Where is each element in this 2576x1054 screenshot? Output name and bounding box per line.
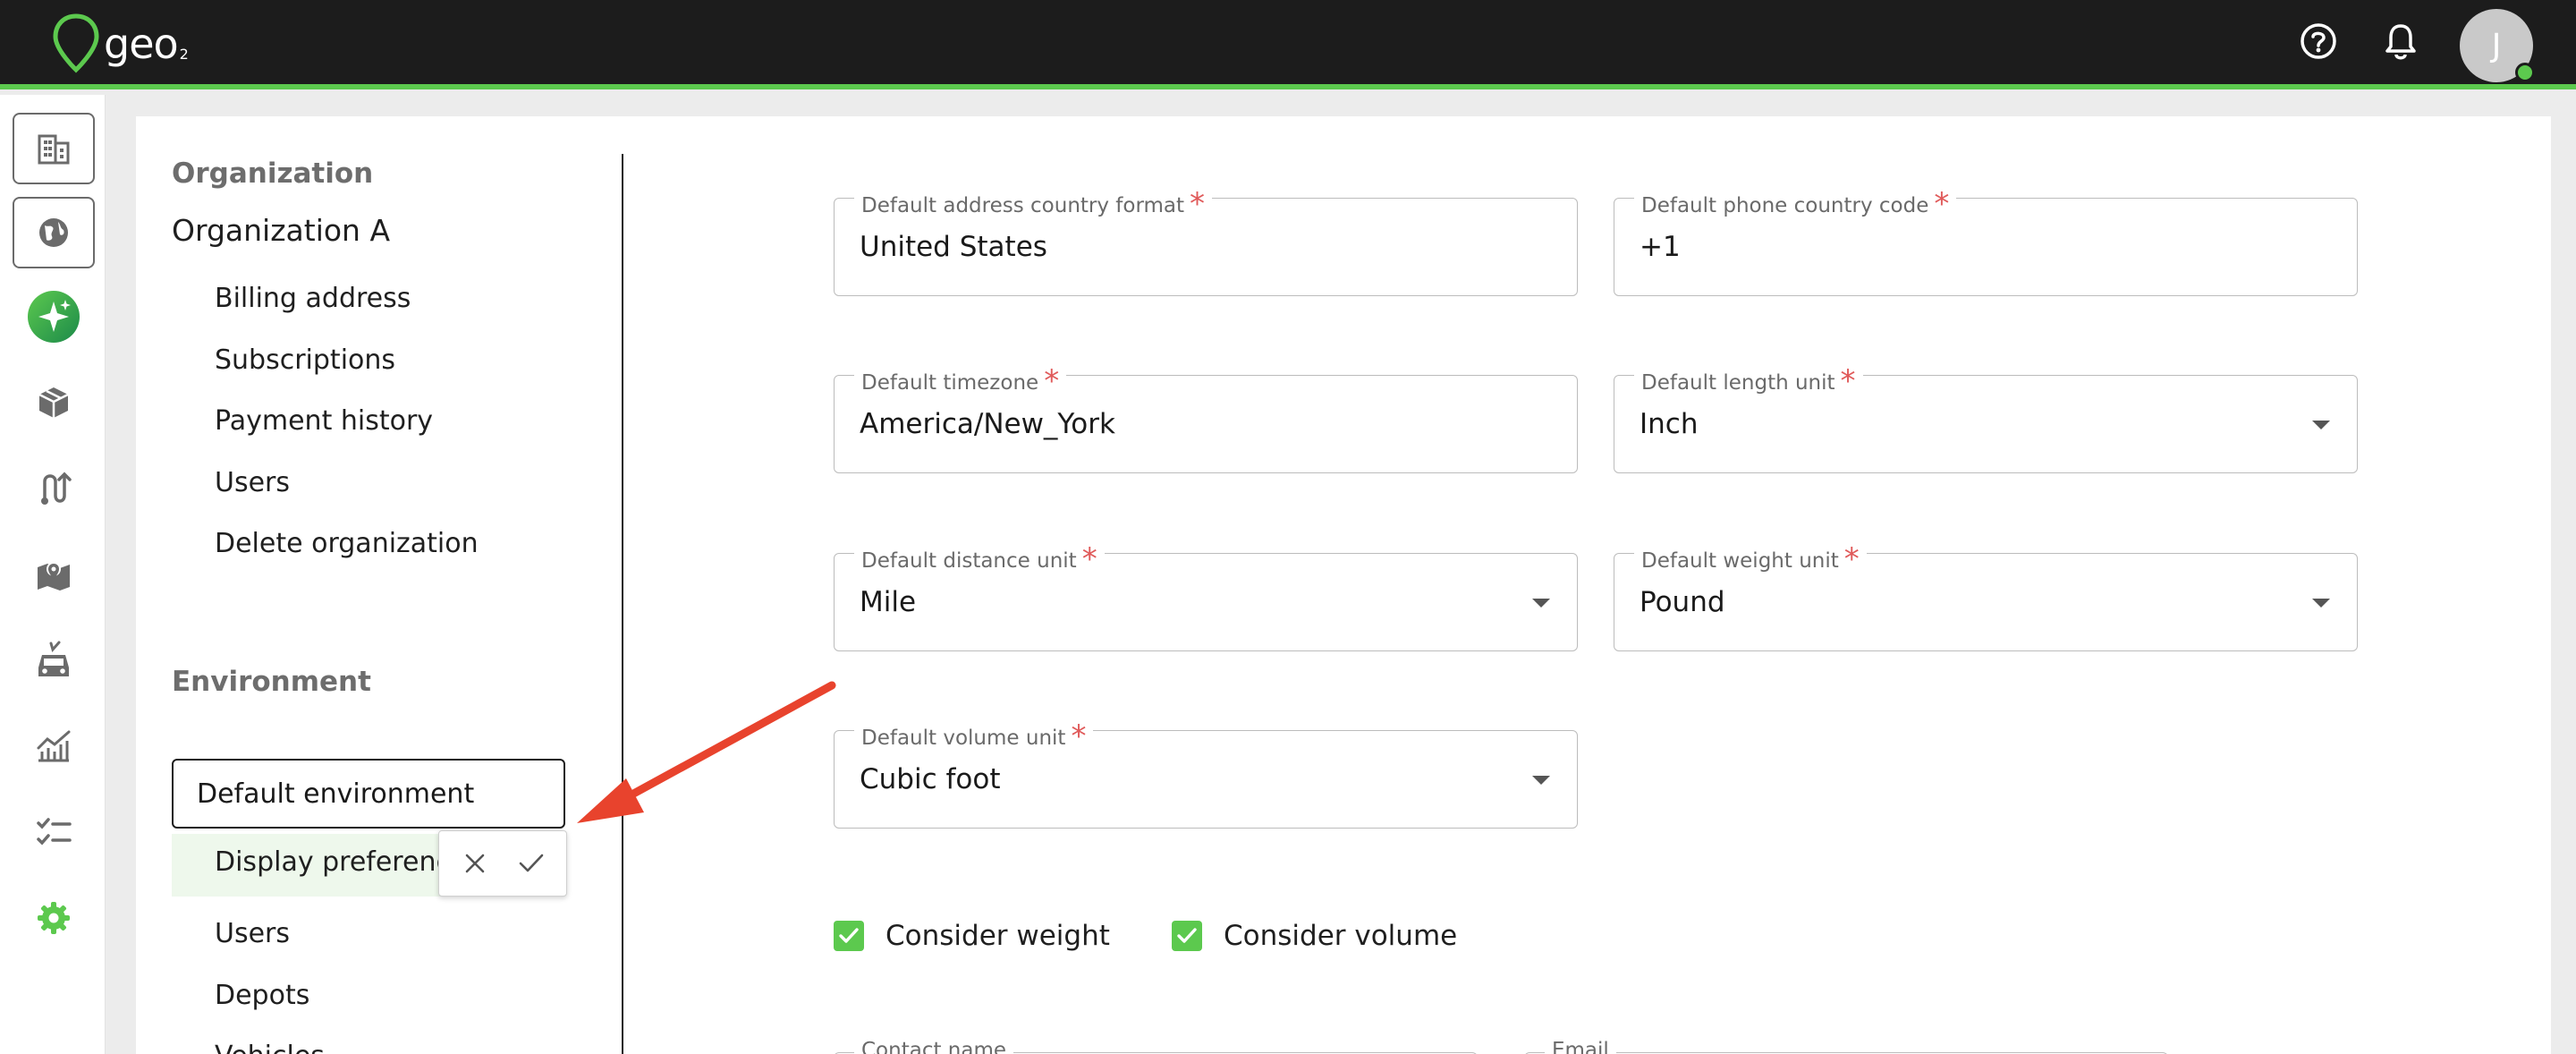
nav-item-payment-history[interactable]: Payment history — [215, 405, 433, 437]
field-value: America/New_York — [860, 408, 1115, 440]
address-country-field[interactable]: Default address country format * United S… — [834, 184, 1578, 296]
dropdown-caret-icon — [1532, 599, 1550, 608]
location-pin-icon — [53, 13, 99, 73]
field-label: Contact name — [854, 1039, 1014, 1054]
nav-item-subscriptions[interactable]: Subscriptions — [215, 344, 395, 376]
app-logo[interactable]: geo 2 — [52, 13, 189, 75]
organization-name[interactable]: Organization A — [172, 213, 390, 248]
globe-icon[interactable] — [13, 197, 95, 268]
field-value: +1 — [1640, 231, 1681, 263]
nav-item-vehicles[interactable]: Vehicles — [215, 1041, 325, 1054]
checkbox-checked-icon — [834, 921, 864, 951]
consider-weight-checkbox[interactable]: Consider weight — [834, 920, 1110, 952]
logo-text: geo — [104, 20, 179, 68]
checkbox-checked-icon — [1172, 921, 1202, 951]
field-label: Email — [1545, 1039, 1616, 1054]
settings-icon[interactable] — [13, 882, 95, 954]
environment-name-input[interactable]: Default environment — [172, 759, 565, 829]
bell-icon[interactable] — [2377, 18, 2424, 64]
consider-volume-checkbox[interactable]: Consider volume — [1172, 920, 1457, 952]
weight-unit-select[interactable]: Default weight unit * Pound — [1614, 540, 2358, 651]
logo-subscript: 2 — [179, 45, 189, 63]
rename-confirm-popover — [438, 830, 567, 897]
field-value: Pound — [1640, 586, 1725, 618]
sparkle-icon[interactable] — [13, 281, 95, 353]
field-value: Mile — [860, 586, 917, 618]
environment-heading: Environment — [172, 666, 371, 698]
map-icon[interactable] — [13, 539, 95, 610]
check-icon — [519, 854, 543, 872]
phone-country-code-field[interactable]: Default phone country code * +1 — [1614, 184, 2358, 296]
volume-unit-select[interactable]: Default volume unit * Cubic foot — [834, 717, 1578, 829]
nav-item-billing-address[interactable]: Billing address — [215, 283, 411, 314]
dropdown-caret-icon — [2312, 421, 2330, 429]
field-value: Inch — [1640, 408, 1699, 440]
vehicle-icon[interactable] — [13, 625, 95, 696]
route-icon[interactable] — [13, 453, 95, 524]
cancel-rename-button[interactable] — [452, 840, 498, 887]
field-label: Default timezone * — [854, 361, 1067, 399]
distance-unit-select[interactable]: Default distance unit * Mile — [834, 540, 1578, 651]
dropdown-caret-icon — [2312, 599, 2330, 608]
left-nav-rail — [0, 95, 106, 1054]
package-icon[interactable] — [13, 367, 95, 438]
avatar[interactable]: J — [2460, 9, 2535, 82]
field-value: United States — [860, 231, 1047, 263]
field-label: Default volume unit * — [854, 717, 1094, 754]
field-label: Default phone country code * — [1634, 184, 1957, 222]
nav-item-depots[interactable]: Depots — [215, 980, 309, 1011]
building-icon[interactable] — [13, 113, 95, 184]
dropdown-caret-icon — [1532, 776, 1550, 785]
field-value: Cubic foot — [860, 763, 1001, 795]
nav-item-delete-organization[interactable]: Delete organization — [215, 528, 479, 559]
timezone-field[interactable]: Default timezone * America/New_York — [834, 361, 1578, 473]
section-divider — [622, 154, 623, 1054]
avatar-initial: J — [2491, 27, 2502, 64]
analytics-icon[interactable] — [13, 710, 95, 782]
checkbox-label: Consider volume — [1224, 920, 1458, 952]
top-bar: geo 2 J — [0, 0, 2576, 89]
nav-item-env-users[interactable]: Users — [215, 918, 290, 949]
settings-card: Organization Organization A Billing addr… — [136, 116, 2551, 1054]
online-status-dot — [2515, 63, 2535, 82]
field-label: Default address country format * — [854, 184, 1213, 222]
confirm-rename-button[interactable] — [508, 840, 555, 887]
help-icon[interactable] — [2295, 18, 2342, 64]
field-label: Default length unit * — [1634, 361, 1863, 399]
checkbox-label: Consider weight — [886, 920, 1110, 952]
length-unit-select[interactable]: Default length unit * Inch — [1614, 361, 2358, 473]
nav-item-org-users[interactable]: Users — [215, 467, 290, 498]
field-label: Default distance unit * — [854, 540, 1105, 577]
organization-heading: Organization — [172, 157, 374, 190]
field-label: Default weight unit * — [1634, 540, 1867, 577]
checklist-icon[interactable] — [13, 796, 95, 868]
close-icon — [465, 854, 484, 873]
